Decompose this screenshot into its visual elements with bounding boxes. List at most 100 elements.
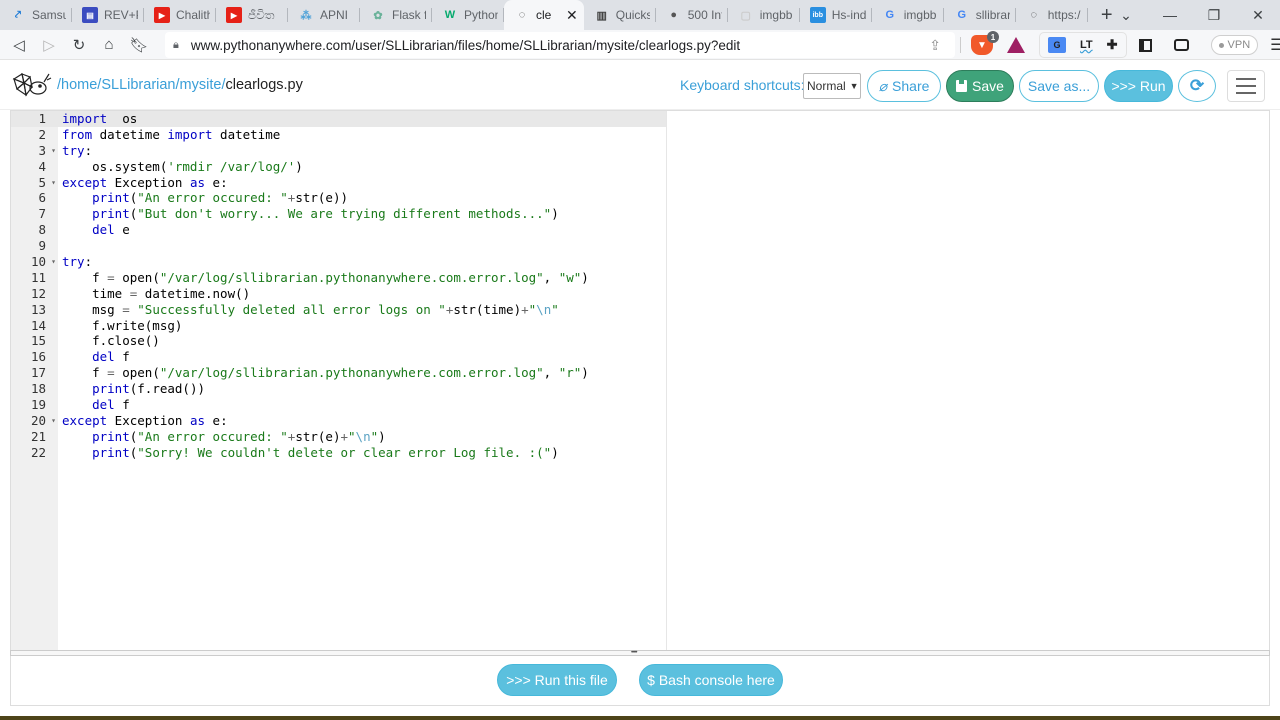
code-line[interactable]: 1 import os <box>11 111 666 127</box>
browser-tab[interactable]: ▢ imgbb <box>728 0 800 30</box>
save-as-button[interactable]: Save as... <box>1019 70 1099 102</box>
code-line[interactable]: 2 from datetime import datetime <box>11 127 666 143</box>
browser-tab[interactable]: ▥ Quicks <box>584 0 656 30</box>
code-line[interactable]: 6 print("An error occured: "+str(e)) <box>11 190 666 206</box>
run-button[interactable]: >>> Run <box>1104 70 1173 102</box>
code-token: "Successfully deleted all error logs on … <box>137 301 446 317</box>
code-line[interactable]: 8 del e <box>11 222 666 238</box>
browser-tab[interactable]: ▤ REV+P <box>72 0 144 30</box>
bash-console-button[interactable]: $ Bash console here <box>639 664 783 696</box>
browser-tab[interactable]: ● 500 Int <box>656 0 728 30</box>
vpn-button[interactable]: VPN <box>1210 35 1259 55</box>
brave-rewards-icon[interactable] <box>1007 37 1025 53</box>
code-line[interactable]: 19 del f <box>11 397 666 413</box>
fold-arrow-icon[interactable]: ▾ <box>51 413 56 429</box>
code-line[interactable]: 9 <box>11 238 666 254</box>
back-button[interactable]: ◁ <box>4 36 34 54</box>
save-label: Save <box>972 78 1004 94</box>
code-line[interactable]: 4 os.system('rmdir /var/log/') <box>11 159 666 175</box>
sidebar-icon[interactable] <box>1138 38 1152 52</box>
code-line[interactable]: 17 f = open("/var/log/sllibrarian.python… <box>11 365 666 381</box>
browser-menu-icon[interactable]: ☰ <box>1270 35 1280 55</box>
tab-search-button[interactable]: ⌄ <box>1104 7 1148 24</box>
code-text: del f <box>58 397 130 413</box>
code-line[interactable]: 11 f = open("/var/log/sllibrarian.python… <box>11 270 666 286</box>
fold-arrow-icon[interactable]: ▾ <box>51 254 56 270</box>
browser-tab[interactable]: ⁂ APNI <box>288 0 360 30</box>
breadcrumb-link[interactable]: SLLibrarian <box>101 77 175 93</box>
code-line[interactable]: 13 msg = "Successfully deleted all error… <box>11 302 666 318</box>
code-line[interactable]: 22 print("Sorry! We couldn't delete or c… <box>11 445 666 461</box>
browser-tab[interactable]: ◌ https:/ <box>1016 0 1088 30</box>
languagetool-icon[interactable]: LT <box>1080 39 1093 51</box>
forward-button[interactable]: ▷ <box>34 36 64 54</box>
code-token: except <box>62 174 108 190</box>
reload-console-button[interactable]: ⟳ <box>1178 70 1216 102</box>
code-line[interactable]: 14 f.write(msg) <box>11 318 666 334</box>
code-text: del e <box>58 222 130 238</box>
fold-arrow-icon[interactable]: ▾ <box>51 175 56 191</box>
save-button[interactable]: Save <box>946 70 1014 102</box>
code-line[interactable]: 10 ▾ try: <box>11 254 666 270</box>
browser-tab[interactable]: ⤤ Samsu <box>0 0 72 30</box>
restore-button[interactable]: ❐ <box>1192 7 1236 24</box>
wallet-icon[interactable] <box>1173 39 1189 51</box>
code-line[interactable]: 18 print(f.read()) <box>11 381 666 397</box>
code-token: print <box>92 381 130 397</box>
reload-button[interactable]: ↻ <box>64 36 94 54</box>
line-number: 13 <box>11 302 58 318</box>
tab-title: ජීවිත <box>248 7 275 22</box>
code-token: try <box>62 254 85 270</box>
brave-shields-icon[interactable]: ▼ 1 <box>971 31 999 55</box>
breadcrumb-link[interactable]: /home/ <box>57 77 101 93</box>
share-page-icon[interactable]: ⇪ <box>929 37 941 54</box>
address-bar[interactable]: 🔒︎ www.pythonanywhere.com/user/SLLibrari… <box>165 32 955 58</box>
close-window-button[interactable]: ✕ <box>1236 7 1280 24</box>
code-text: os.system('rmdir /var/log/') <box>58 159 303 175</box>
code-line[interactable]: 12 time = datetime.now() <box>11 286 666 302</box>
google-translate-icon[interactable]: G <box>1048 37 1066 53</box>
code-editor[interactable]: 1 import os 2 from datetime import datetime… <box>10 110 1270 651</box>
code-token: import <box>62 111 108 126</box>
code-line[interactable]: 20 ▾ except Exception as e: <box>11 413 666 429</box>
code-text: try: <box>58 143 92 159</box>
keyboard-mode-select[interactable]: Normal ▼ <box>803 73 861 99</box>
browser-tab[interactable]: ▶ Chalith <box>144 0 216 30</box>
line-number-text: 3 <box>38 142 46 158</box>
home-button[interactable]: ⌂ <box>94 36 124 53</box>
breadcrumb-link[interactable]: mysite <box>180 77 222 93</box>
code-token: print <box>92 444 130 460</box>
browser-tab[interactable]: ◌ cle ✕ <box>504 0 584 30</box>
code-lines[interactable]: 1 import os 2 from datetime import datetime… <box>11 111 666 461</box>
share-button[interactable]: ⌀ Share <box>867 70 941 102</box>
browser-tab[interactable]: Gsllibrar <box>944 0 1016 30</box>
fold-arrow-icon[interactable]: ▾ <box>51 143 56 159</box>
vpn-label: VPN <box>1227 39 1251 51</box>
puzzle-extensions-icon[interactable]: ✚ <box>1107 37 1118 53</box>
browser-tab[interactable]: W Python <box>432 0 504 30</box>
code-token: from <box>62 126 93 142</box>
code-line[interactable]: 3 ▾ try: <box>11 143 666 159</box>
browser-tab-strip: ⤤ Samsu ▤ REV+P ▶ Chalith ▶ ජීවිත ⁂ APNI ✿ Flask fi… <box>0 0 1280 30</box>
code-token: Exception <box>107 412 190 428</box>
code-token: print <box>92 206 130 222</box>
browser-tab[interactable]: ▶ ජීවිත <box>216 0 288 30</box>
minimize-button[interactable]: — <box>1148 7 1192 23</box>
browser-tab[interactable]: Gimgbb <box>872 0 944 30</box>
run-this-file-button[interactable]: >>> Run this file <box>497 664 617 696</box>
tab-title: cle <box>536 8 552 22</box>
browser-tab[interactable]: ✿ Flask fi <box>360 0 432 30</box>
pythonanywhere-logo[interactable] <box>12 71 52 101</box>
close-tab-icon[interactable]: ✕ <box>566 7 578 24</box>
code-token: : <box>84 142 93 158</box>
code-line[interactable]: 7 print("But don't worry... We are tryin… <box>11 206 666 222</box>
code-line[interactable]: 5 ▾ except Exception as e: <box>11 175 666 191</box>
code-line[interactable]: 16 del f <box>11 349 666 365</box>
ibb-icon: ibb <box>809 7 826 23</box>
code-line[interactable]: 21 print("An error occured: "+str(e)+"\n… <box>11 429 666 445</box>
bookmark-button[interactable]: 🔖︎ <box>124 36 154 54</box>
code-line[interactable]: 15 f.close() <box>11 333 666 349</box>
browser-tab[interactable]: ibb Hs-ind <box>800 0 872 30</box>
menu-button[interactable] <box>1227 70 1265 102</box>
